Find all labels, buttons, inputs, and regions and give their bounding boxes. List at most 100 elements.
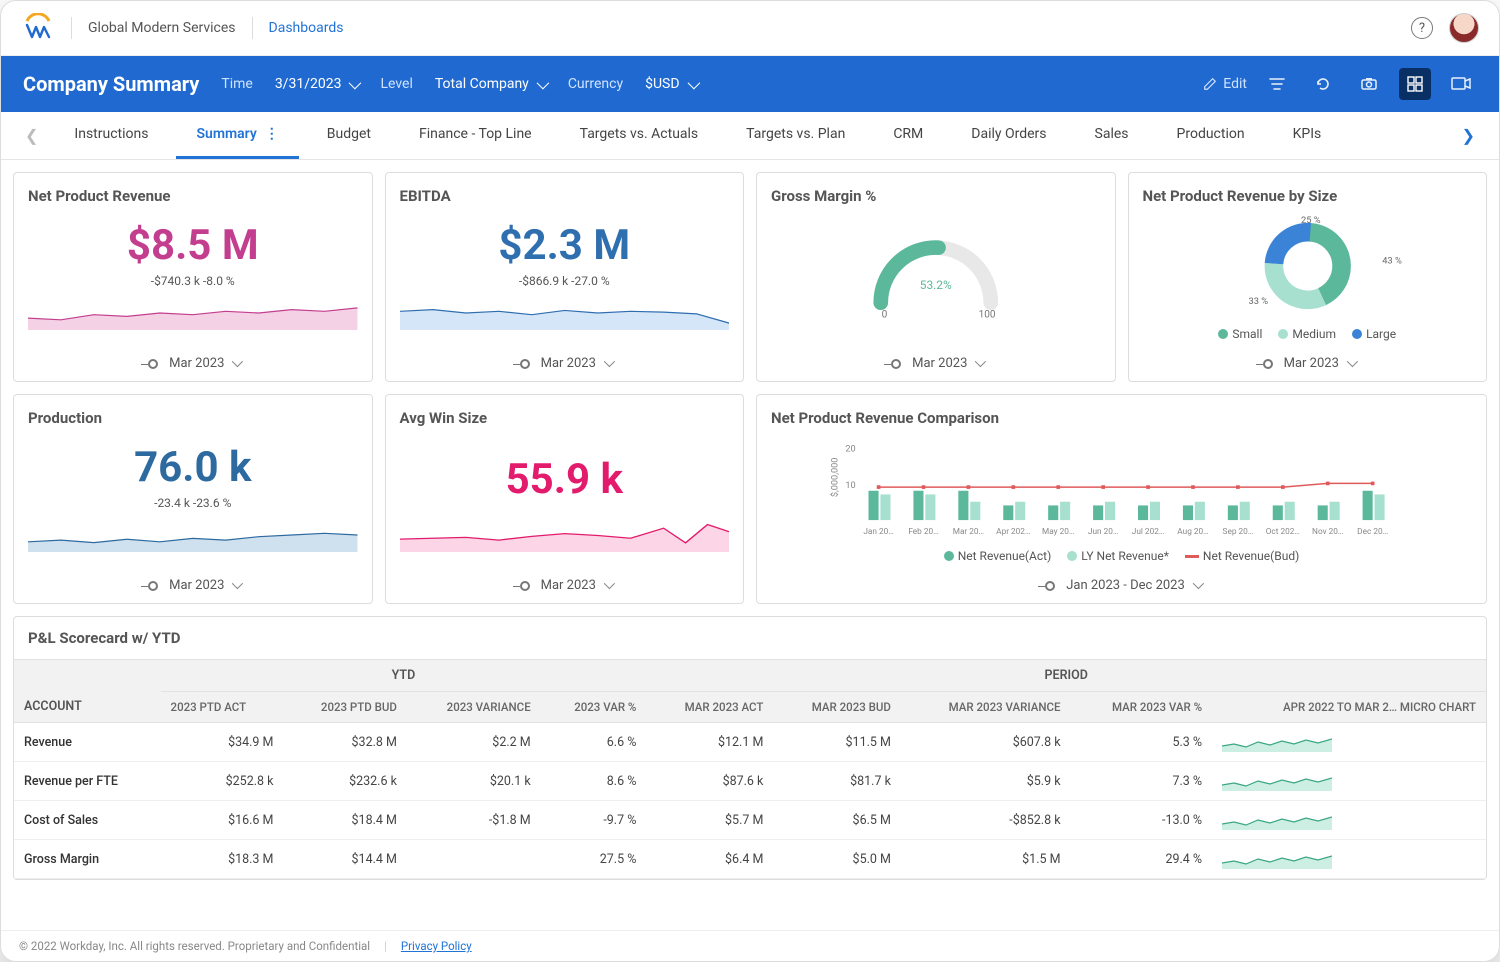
help-icon[interactable]: ? bbox=[1411, 17, 1433, 39]
table-row[interactable]: Gross Margin$18.3 M$14.4 M27.5 %$6.4 M$5… bbox=[14, 840, 1486, 879]
period-icon bbox=[888, 359, 904, 369]
card-production[interactable]: Production 76.0 k -23.4 k -23.6 % Mar 20… bbox=[13, 394, 373, 604]
svg-text:20: 20 bbox=[845, 444, 855, 454]
kpi-delta: -$740.3 k -8.0 % bbox=[28, 274, 358, 288]
tab-scroll-right-icon[interactable]: ❯ bbox=[1454, 116, 1483, 155]
table-row[interactable]: Revenue$34.9 M$32.8 M$2.2 M6.6 %$12.1 M$… bbox=[14, 723, 1486, 762]
svg-text:100: 100 bbox=[979, 309, 996, 320]
col-group-ytd: YTD bbox=[161, 660, 647, 692]
divider bbox=[71, 17, 72, 39]
present-icon[interactable] bbox=[1445, 68, 1477, 100]
table-row[interactable]: Cost of Sales$16.6 M$18.4 M-$1.8 M-9.7 %… bbox=[14, 801, 1486, 840]
chevron-down-icon bbox=[232, 578, 240, 593]
card-title: Avg Win Size bbox=[400, 409, 730, 427]
card-title: Production bbox=[28, 409, 358, 427]
donut-legend: Small Medium Large bbox=[1143, 327, 1473, 341]
filter-currency-value[interactable]: $USD bbox=[645, 76, 696, 92]
tab-summary[interactable]: Summary⋮ bbox=[176, 112, 298, 159]
svg-text:25 %: 25 % bbox=[1300, 215, 1320, 226]
card-footer[interactable]: Mar 2023 bbox=[28, 570, 358, 593]
kpi-delta: -$866.9 k -27.0 % bbox=[400, 274, 730, 288]
svg-text:Mar 20…: Mar 20… bbox=[953, 527, 984, 537]
filter-level-label: Level bbox=[380, 76, 412, 92]
chevron-down-icon bbox=[1347, 356, 1355, 371]
sparkline-chart bbox=[28, 518, 358, 552]
svg-text:May 20…: May 20… bbox=[1042, 527, 1074, 537]
card-revenue-comparison[interactable]: Net Product Revenue Comparison $,000,000… bbox=[756, 394, 1487, 604]
svg-text:Jul 202…: Jul 202… bbox=[1132, 527, 1165, 537]
chevron-down-icon bbox=[975, 356, 983, 371]
filter-level-value[interactable]: Total Company bbox=[435, 76, 546, 92]
svg-text:53.2%: 53.2% bbox=[920, 278, 952, 292]
filter-icon[interactable] bbox=[1261, 68, 1293, 100]
svg-text:Apr 202…: Apr 202… bbox=[996, 527, 1030, 537]
edit-button[interactable]: Edit bbox=[1203, 76, 1247, 92]
svg-text:0: 0 bbox=[882, 309, 888, 320]
kpi-value: 55.9 k bbox=[400, 455, 730, 504]
workday-logo-icon bbox=[21, 11, 55, 45]
svg-text:Feb 20…: Feb 20… bbox=[908, 527, 938, 537]
top-nav: Global Modern Services Dashboards ? bbox=[1, 1, 1499, 56]
card-footer[interactable]: Mar 2023 bbox=[400, 570, 730, 593]
privacy-policy-link[interactable]: Privacy Policy bbox=[401, 939, 472, 953]
card-gross-margin[interactable]: Gross Margin % 53.2% 0 100 Mar 2023 bbox=[756, 172, 1116, 382]
svg-text:Sep 20…: Sep 20… bbox=[1223, 527, 1254, 537]
svg-text:$,000,000: $,000,000 bbox=[829, 458, 840, 498]
tab-instructions[interactable]: Instructions bbox=[54, 112, 168, 159]
svg-text:10: 10 bbox=[845, 481, 855, 491]
tab-targets-vs-actuals[interactable]: Targets vs. Actuals bbox=[560, 112, 719, 159]
breadcrumb-dashboards[interactable]: Dashboards bbox=[269, 20, 344, 36]
donut-chart: 25 % 43 % 33 % bbox=[1143, 211, 1473, 321]
kpi-delta: -23.4 k -23.6 % bbox=[28, 496, 358, 510]
card-title: Net Product Revenue by Size bbox=[1143, 187, 1473, 205]
tab-daily-orders[interactable]: Daily Orders bbox=[951, 112, 1066, 159]
kpi-value: $2.3 M bbox=[400, 221, 730, 270]
card-footer[interactable]: Mar 2023 bbox=[400, 348, 730, 371]
pl-scorecard-table: P&L Scorecard w/ YTD ACCOUNT YTD PERIOD … bbox=[13, 616, 1487, 880]
table-title: P&L Scorecard w/ YTD bbox=[14, 617, 1486, 659]
dashboard-grid: Net Product Revenue $8.5 M -$740.3 k -8.… bbox=[1, 160, 1499, 616]
svg-text:Jan 20…: Jan 20… bbox=[863, 527, 893, 537]
card-footer[interactable]: Jan 2023 - Dec 2023 bbox=[771, 570, 1472, 593]
period-icon bbox=[517, 359, 533, 369]
chevron-down-icon bbox=[604, 578, 612, 593]
tab-finance-top-line[interactable]: Finance - Top Line bbox=[399, 112, 552, 159]
gauge-chart: 53.2% 0 100 bbox=[771, 211, 1101, 321]
period-icon bbox=[1042, 581, 1058, 591]
tab-crm[interactable]: CRM bbox=[873, 112, 943, 159]
tab-targets-vs-plan[interactable]: Targets vs. Plan bbox=[726, 112, 865, 159]
user-avatar[interactable] bbox=[1449, 13, 1479, 43]
camera-icon[interactable] bbox=[1353, 68, 1385, 100]
table-row[interactable]: Revenue per FTE$252.8 k$232.6 k$20.1 k8.… bbox=[14, 762, 1486, 801]
tab-menu-icon[interactable]: ⋮ bbox=[265, 126, 279, 142]
kpi-value: $8.5 M bbox=[28, 221, 358, 270]
scorecard-table[interactable]: ACCOUNT YTD PERIOD 2023 PTD ACT 2023 PTD… bbox=[14, 659, 1486, 879]
card-net-product-revenue[interactable]: Net Product Revenue $8.5 M -$740.3 k -8.… bbox=[13, 172, 373, 382]
refresh-icon[interactable] bbox=[1307, 68, 1339, 100]
card-revenue-by-size[interactable]: Net Product Revenue by Size 25 % 43 % 33… bbox=[1128, 172, 1488, 382]
svg-text:Aug 20…: Aug 20… bbox=[1177, 527, 1208, 537]
tab-kpis[interactable]: KPIs bbox=[1273, 112, 1342, 159]
card-avg-win-size[interactable]: Avg Win Size 55.9 k Mar 2023 bbox=[385, 394, 745, 604]
filter-time-value[interactable]: 3/31/2023 bbox=[275, 76, 359, 92]
card-title: Net Product Revenue bbox=[28, 187, 358, 205]
card-footer[interactable]: Mar 2023 bbox=[28, 348, 358, 371]
period-icon bbox=[145, 581, 161, 591]
comparison-legend: Net Revenue(Act) LY Net Revenue* Net Rev… bbox=[771, 549, 1472, 563]
card-ebitda[interactable]: EBITDA $2.3 M -$866.9 k -27.0 % Mar 2023 bbox=[385, 172, 745, 382]
kpi-value: 76.0 k bbox=[28, 443, 358, 492]
card-title: Gross Margin % bbox=[771, 187, 1101, 205]
tab-sales[interactable]: Sales bbox=[1075, 112, 1149, 159]
col-account: ACCOUNT bbox=[14, 660, 161, 723]
card-footer[interactable]: Mar 2023 bbox=[771, 348, 1101, 371]
card-footer[interactable]: Mar 2023 bbox=[1143, 348, 1473, 371]
period-icon bbox=[1260, 359, 1276, 369]
sparkline-chart bbox=[400, 296, 730, 330]
tab-scroll-left-icon[interactable]: ❮ bbox=[17, 116, 46, 155]
tab-budget[interactable]: Budget bbox=[307, 112, 391, 159]
grid-view-icon[interactable] bbox=[1399, 68, 1431, 100]
tab-production[interactable]: Production bbox=[1157, 112, 1265, 159]
card-title: EBITDA bbox=[400, 187, 730, 205]
svg-text:33 %: 33 % bbox=[1248, 296, 1268, 307]
svg-text:Nov 20…: Nov 20… bbox=[1312, 527, 1343, 537]
